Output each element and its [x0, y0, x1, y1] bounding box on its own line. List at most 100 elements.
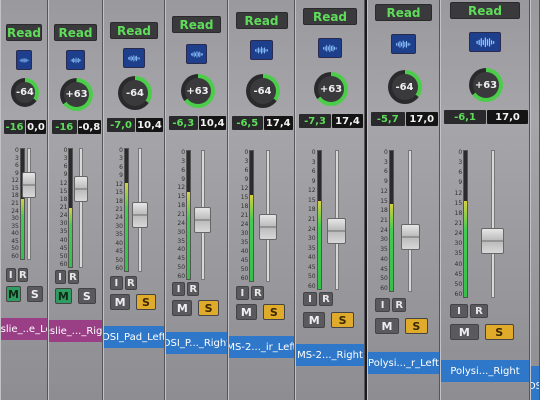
mute-button[interactable]: M: [375, 318, 399, 334]
volume-fader[interactable]: [194, 207, 211, 234]
record-enable-button[interactable]: R: [67, 270, 79, 284]
solo-button[interactable]: S: [136, 294, 156, 310]
audio-plugin-button[interactable]: [317, 38, 343, 58]
scale-tick: 15: [380, 197, 388, 205]
input-monitor-button[interactable]: I: [5, 268, 16, 282]
scale-tick: 24: [454, 230, 463, 238]
mute-button[interactable]: M: [110, 294, 131, 310]
automation-read-button[interactable]: Read: [302, 8, 358, 25]
audio-plugin-button[interactable]: [15, 50, 33, 70]
automation-read-button[interactable]: Read: [235, 12, 288, 29]
volume-fader[interactable]: [400, 224, 420, 251]
scale-tick: 35: [115, 231, 123, 239]
channel-name[interactable]: DSI_P..._Right: [166, 332, 227, 354]
input-monitor-button[interactable]: I: [235, 286, 250, 300]
volume-fader[interactable]: [480, 228, 505, 255]
pan-knob[interactable]: +63: [469, 68, 503, 102]
scale-tick: 12: [59, 179, 68, 187]
solo-button[interactable]: S: [404, 318, 429, 334]
audio-plugin-button[interactable]: [65, 50, 86, 70]
volume-fader[interactable]: [132, 201, 149, 228]
mute-button[interactable]: M: [5, 286, 22, 302]
volume-fader[interactable]: [74, 176, 89, 203]
volume-readout[interactable]: -0,8: [77, 120, 101, 134]
scale-tick: 18: [380, 207, 388, 215]
input-monitor-button[interactable]: I: [54, 270, 66, 284]
volume-fader[interactable]: [22, 172, 37, 199]
record-enable-button[interactable]: R: [319, 292, 333, 306]
input-monitor-button[interactable]: I: [172, 282, 185, 296]
scale-tick: 60: [11, 253, 19, 260]
mute-button[interactable]: M: [172, 300, 193, 316]
scale-tick: 24: [307, 225, 316, 233]
audio-plugin-button[interactable]: [249, 40, 274, 60]
solo-button[interactable]: S: [263, 304, 285, 320]
record-enable-button[interactable]: R: [124, 276, 137, 290]
audio-plugin-button[interactable]: [390, 34, 417, 54]
pan-knob[interactable]: -64: [387, 70, 422, 104]
channel-name[interactable]: DSI_Pad_Left: [104, 326, 164, 348]
record-enable-button[interactable]: R: [251, 286, 265, 300]
automation-read-button[interactable]: Read: [172, 16, 221, 33]
level-meter-fill: [389, 204, 393, 291]
scale-tick: 60: [380, 285, 388, 292]
audio-plugin-button[interactable]: [469, 32, 501, 52]
solo-button[interactable]: S: [484, 324, 514, 340]
audio-plugin-button[interactable]: [123, 48, 145, 68]
scale-tick: 12: [307, 187, 316, 195]
pan-knob[interactable]: +63: [60, 78, 93, 111]
record-enable-button[interactable]: R: [391, 298, 407, 312]
volume-readout[interactable]: 10,4: [198, 116, 226, 130]
automation-read-button[interactable]: Read: [54, 24, 97, 41]
mute-button[interactable]: M: [54, 288, 73, 304]
input-monitor-button[interactable]: I: [303, 292, 317, 306]
audio-plugin-button[interactable]: [185, 44, 208, 64]
automation-read-button[interactable]: Read: [375, 4, 432, 21]
scale-tick: 15: [307, 196, 316, 204]
input-monitor-button[interactable]: I: [375, 298, 390, 312]
channel-name[interactable]: Leslie_..._Right: [49, 320, 102, 342]
volume-readout[interactable]: 10,4: [136, 118, 163, 132]
mute-button[interactable]: M: [450, 324, 479, 340]
automation-read-button[interactable]: Read: [449, 2, 521, 19]
solo-button[interactable]: S: [331, 312, 354, 328]
mute-button[interactable]: M: [303, 312, 326, 328]
automation-read-button[interactable]: Read: [110, 22, 158, 39]
pan-knob[interactable]: -64: [118, 76, 152, 110]
pan-knob[interactable]: -64: [10, 78, 40, 107]
scale-tick: 45: [177, 255, 186, 263]
channel-name[interactable]: Polysi..._Right: [441, 360, 529, 382]
mute-button[interactable]: M: [235, 304, 258, 320]
scale-tick: 0: [15, 147, 19, 154]
scale-tick: 50: [11, 245, 19, 253]
scale-tick: 21: [307, 216, 316, 223]
volume-readout[interactable]: 17,0: [487, 110, 528, 124]
volume-fader[interactable]: [327, 218, 346, 245]
volume-readout[interactable]: 17,4: [332, 114, 363, 128]
pan-knob[interactable]: +63: [314, 72, 348, 106]
channel-name[interactable]: MS-2..._ir_Left: [229, 336, 294, 358]
record-enable-button[interactable]: R: [186, 282, 200, 296]
fader-track: [79, 148, 84, 268]
automation-read-button[interactable]: Read: [5, 24, 43, 41]
volume-readout[interactable]: 17,4: [263, 116, 293, 130]
solo-button[interactable]: S: [78, 288, 96, 304]
channel-name[interactable]: Polysi..._r_Left: [368, 352, 439, 374]
record-enable-button[interactable]: R: [17, 268, 28, 282]
volume-readout[interactable]: 0,0: [26, 120, 46, 134]
pan-knob[interactable]: -64: [245, 74, 280, 108]
scale-tick: 3: [119, 155, 123, 163]
level-meter: [249, 150, 255, 282]
pan-knob[interactable]: +63: [180, 74, 215, 108]
record-enable-button[interactable]: R: [470, 304, 488, 318]
channel-name[interactable]: MS-2..._Right: [296, 344, 364, 366]
input-monitor-button[interactable]: I: [110, 276, 123, 290]
pan-value: +63: [318, 76, 344, 102]
channel-name[interactable]: Leslie_..e_Left: [1, 318, 47, 340]
solo-button[interactable]: S: [198, 300, 219, 316]
solo-button[interactable]: S: [27, 286, 43, 302]
input-monitor-button[interactable]: I: [450, 304, 468, 318]
level-meter-fill: [187, 191, 191, 279]
volume-readout[interactable]: 17,0: [405, 112, 438, 126]
volume-fader[interactable]: [259, 213, 277, 240]
